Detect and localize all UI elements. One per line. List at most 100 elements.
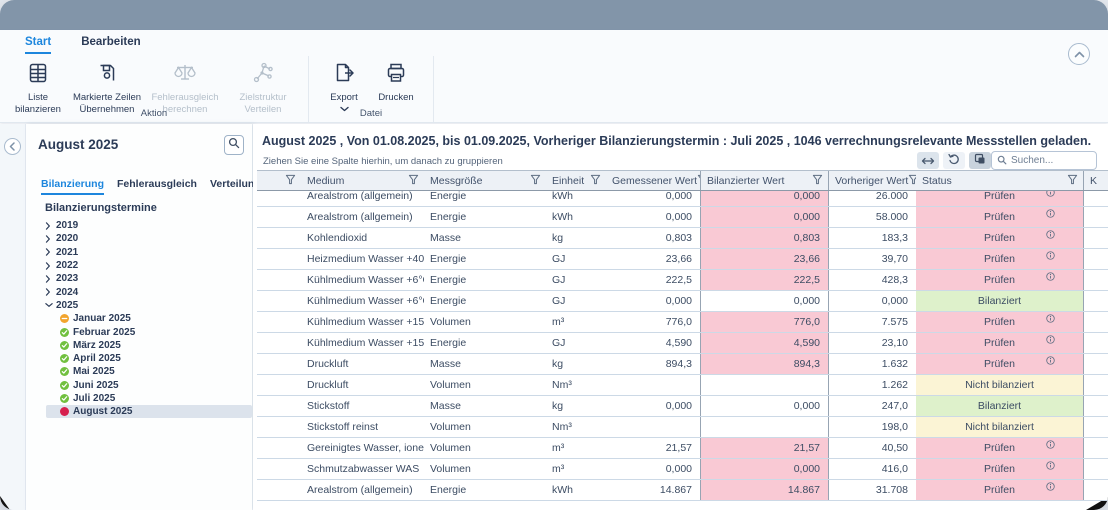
filter-icon[interactable] bbox=[408, 174, 419, 188]
window-titlebar[interactable] bbox=[0, 0, 1108, 30]
ribbon-tab-start[interactable]: Start bbox=[25, 36, 52, 54]
table-row[interactable]: Druckluft Volumen Nm³ 1.262 Nicht bilanziert bbox=[257, 375, 1108, 396]
tree-year-2022[interactable]: 2022 bbox=[26, 259, 252, 272]
filter-icon[interactable] bbox=[590, 174, 601, 188]
chevron-right-icon[interactable] bbox=[45, 248, 56, 256]
column-header-bilanzierter-wert[interactable]: Bilanzierter Wert bbox=[700, 171, 829, 190]
table-row[interactable]: Kühlmedium Wasser +6°C Energie GJ 0,000 0,00… bbox=[257, 291, 1108, 312]
chevron-right-icon[interactable] bbox=[45, 261, 56, 270]
column-label: K bbox=[1090, 174, 1098, 187]
markierte-zeilen-uebernehmen-button[interactable]: Markierte Zeilen Übernehmen bbox=[68, 58, 146, 115]
fehlerausgleich-berechnen-button[interactable]: Fehlerausgleich berechnen bbox=[146, 58, 224, 115]
table-row[interactable]: Kühlmedium Wasser +15°C Energie GJ 4,590 4,5… bbox=[257, 333, 1108, 354]
table-row[interactable]: Arealstrom (allgemein) Energie kWh 0,000 0,0… bbox=[257, 207, 1108, 228]
tree-month-januar-2025[interactable]: Januar 2025 bbox=[26, 312, 252, 325]
column-header-k[interactable]: K bbox=[1083, 171, 1108, 190]
tree-month-august-2025[interactable]: August 2025 bbox=[46, 405, 252, 419]
liste-bilanzieren-button[interactable]: Liste bilanzieren bbox=[8, 58, 68, 115]
table-row[interactable]: Kohlendioxid Masse kg 0,803 0,803 183,3 Prüfen bbox=[257, 228, 1108, 249]
cell-medium: Schmutzabwasser WAS bbox=[307, 463, 420, 475]
tree-month-april-2025[interactable]: April 2025 bbox=[26, 352, 252, 365]
cell-gemessener-wert: 0,000 bbox=[665, 211, 692, 223]
tree-year-2019[interactable]: 2019 bbox=[26, 219, 252, 232]
column-header-gemessener-wert[interactable]: Gemessener Wert bbox=[606, 171, 700, 190]
ribbon: Start Bearbeiten Liste bilanzieren Marki… bbox=[0, 30, 1108, 123]
table-row[interactable]: Kühlmedium Wasser +6°C Energie GJ 222,5 222,… bbox=[257, 270, 1108, 291]
info-icon[interactable] bbox=[1046, 335, 1055, 347]
zielstruktur-verteilen-button[interactable]: Zielstruktur Verteilen bbox=[224, 58, 302, 115]
info-icon[interactable] bbox=[1046, 461, 1055, 473]
info-icon[interactable] bbox=[1046, 209, 1055, 221]
chevron-right-icon[interactable] bbox=[45, 221, 56, 230]
tree-year-2024[interactable]: 2024 bbox=[26, 285, 252, 298]
chevron-right-icon[interactable] bbox=[45, 235, 56, 243]
chevron-down-icon[interactable] bbox=[45, 302, 56, 308]
tree-month-mai-2025[interactable]: Mai 2025 bbox=[26, 365, 252, 378]
tree-year-2021[interactable]: 2021 bbox=[26, 246, 252, 259]
cell-status: Prüfen bbox=[916, 459, 1083, 479]
tab-bilanzierung[interactable]: Bilanzierung bbox=[41, 178, 105, 195]
cell-gemessener-wert: 0,000 bbox=[665, 463, 692, 475]
tree-year-2023[interactable]: 2023 bbox=[26, 272, 252, 285]
column-header-messgroesse[interactable]: Messgröße bbox=[424, 171, 546, 190]
table-row[interactable]: Heizmedium Wasser +40°C Energie GJ 23,66 23,… bbox=[257, 249, 1108, 270]
tab-fehlerausgleich[interactable]: Fehlerausgleich bbox=[117, 178, 197, 195]
ribbon-group-datei: Export Drucken Datei bbox=[309, 56, 434, 122]
column-header-medium[interactable]: Medium bbox=[301, 171, 424, 190]
table-row[interactable]: Stickstoff reinst Volumen Nm³ 198,0 Nicht bi… bbox=[257, 417, 1108, 438]
export-button[interactable]: Export bbox=[319, 58, 369, 112]
tree-month-juli-2025[interactable]: Juli 2025 bbox=[26, 392, 252, 405]
cell-indicator bbox=[257, 228, 301, 248]
ribbon-toolbar: Liste bilanzieren Markierte Zeilen Übern… bbox=[0, 56, 434, 122]
cell-status: Prüfen bbox=[916, 249, 1083, 269]
tree-year-2025[interactable]: 2025 bbox=[26, 299, 252, 312]
month-status-ok-icon bbox=[60, 354, 69, 364]
tree-month-juni-2025[interactable]: Juni 2025 bbox=[26, 379, 252, 392]
cell-messgroesse: Energie bbox=[430, 337, 467, 349]
info-icon[interactable] bbox=[1046, 230, 1055, 242]
table-search-input[interactable] bbox=[1011, 155, 1091, 166]
table-row[interactable]: Gereinigtes Wasser, ionena... Volumen m³ 21… bbox=[257, 438, 1108, 459]
filter-icon[interactable] bbox=[812, 174, 823, 188]
tree-month-märz-2025[interactable]: März 2025 bbox=[26, 339, 252, 352]
tree-month-februar-2025[interactable]: Februar 2025 bbox=[26, 325, 252, 338]
drucken-button[interactable]: Drucken bbox=[369, 58, 423, 104]
info-icon[interactable] bbox=[1046, 356, 1055, 368]
column-header-vorheriger-wert[interactable]: Vorheriger Wert bbox=[829, 171, 916, 190]
copy-button[interactable] bbox=[969, 152, 991, 169]
column-header-einheit[interactable]: Einheit bbox=[546, 171, 606, 190]
cell-vorheriger-wert: 7.575 bbox=[881, 316, 908, 328]
filter-icon[interactable] bbox=[285, 174, 296, 188]
cell-einheit: Nm³ bbox=[552, 379, 572, 391]
ribbon-collapse-button[interactable] bbox=[1068, 43, 1090, 65]
info-icon[interactable] bbox=[1046, 272, 1055, 284]
table-row[interactable]: Druckluft Masse kg 894,3 894,3 1.632 Prüfen bbox=[257, 354, 1108, 375]
fit-columns-button[interactable] bbox=[917, 152, 939, 169]
chevron-right-icon[interactable] bbox=[45, 288, 56, 296]
cell-messgroesse: Volumen bbox=[430, 463, 471, 475]
filter-icon[interactable] bbox=[908, 174, 916, 188]
info-icon[interactable] bbox=[1046, 440, 1055, 452]
ribbon-tab-bearbeiten[interactable]: Bearbeiten bbox=[81, 36, 140, 54]
cell-k bbox=[1083, 228, 1108, 248]
info-icon[interactable] bbox=[1046, 251, 1055, 263]
table-row[interactable]: Stickstoff Masse kg 0,000 0,000 247,0 Bilanzie… bbox=[257, 396, 1108, 417]
collapse-sidebar-button[interactable] bbox=[4, 138, 21, 155]
tree-year-label: 2025 bbox=[56, 299, 79, 311]
filter-icon[interactable] bbox=[530, 174, 541, 188]
table-search-box bbox=[991, 151, 1097, 170]
table-row[interactable]: Kühlmedium Wasser +15°C Volumen m³ 776,0 776… bbox=[257, 312, 1108, 333]
chevron-right-icon[interactable] bbox=[45, 275, 56, 283]
info-icon[interactable] bbox=[1046, 482, 1055, 494]
table-row[interactable]: Arealstrom (allgemein) Energie kWh 14.867 14… bbox=[257, 480, 1108, 501]
info-icon[interactable] bbox=[1046, 314, 1055, 326]
tree-year-2020[interactable]: 2020 bbox=[26, 232, 252, 245]
column-header-status[interactable]: Status bbox=[916, 171, 1083, 190]
undo-button[interactable] bbox=[943, 152, 965, 169]
cell-vorheriger-wert: 416,0 bbox=[881, 463, 908, 475]
column-header-indicator[interactable] bbox=[257, 171, 301, 190]
table-row[interactable]: Schmutzabwasser WAS Volumen m³ 0,000 0,000 41… bbox=[257, 459, 1108, 480]
desktop-corner-artifact bbox=[0, 496, 10, 510]
sidebar-search-button[interactable] bbox=[224, 135, 244, 155]
filter-icon[interactable] bbox=[1067, 174, 1078, 188]
